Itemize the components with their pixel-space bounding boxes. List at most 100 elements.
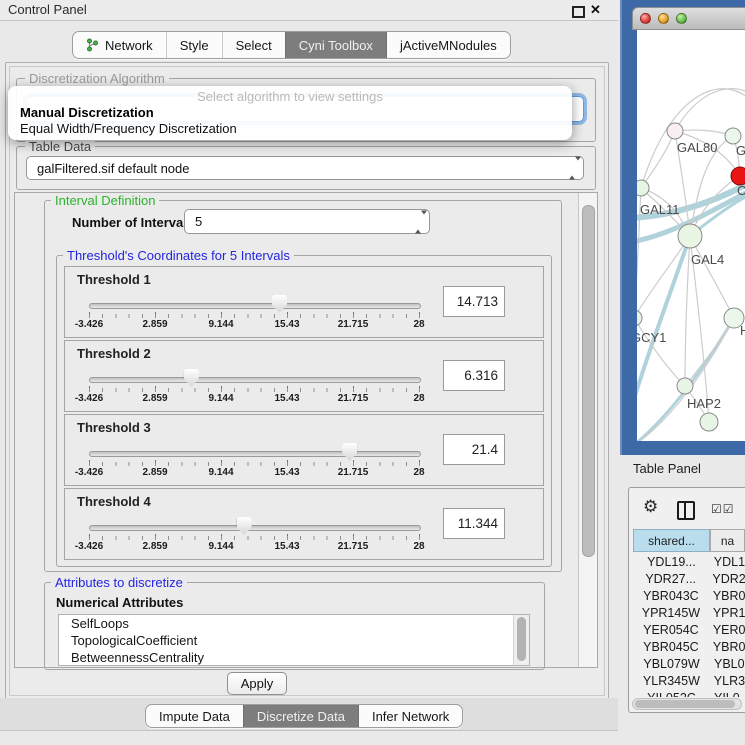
- num-intervals-combobox[interactable]: 5: [184, 209, 430, 234]
- popup-item-manual-discretization[interactable]: Manual Discretization: [20, 105, 154, 120]
- popup-item-equal-width-frequency[interactable]: Equal Width/Frequency Discretization: [20, 121, 237, 136]
- threshold-label: Threshold 4: [77, 494, 151, 509]
- close-traffic-light-icon[interactable]: [640, 13, 651, 24]
- table-row[interactable]: YBL079WYBL0: [633, 657, 745, 674]
- attribute-item[interactable]: TopologicalCoefficient: [59, 632, 529, 649]
- attribute-item[interactable]: BetweennessCentrality: [59, 649, 529, 666]
- table-row[interactable]: YER054CYER0: [633, 623, 745, 640]
- node-label: GAL80: [677, 140, 717, 155]
- cell-shared-name: YIL052C: [633, 691, 710, 697]
- scrollbar-thumb[interactable]: [582, 205, 595, 557]
- threshold-panel: Threshold 3 -3.4262.8599.14415.4321.7152…: [64, 414, 544, 486]
- network-node-gcy1[interactable]: [637, 310, 642, 326]
- scrollbar-thumb[interactable]: [635, 700, 735, 708]
- slider-thumb-icon[interactable]: [342, 443, 357, 461]
- tab-cyni-toolbox[interactable]: Cyni Toolbox: [285, 32, 386, 58]
- zoom-traffic-light-icon[interactable]: [676, 13, 687, 24]
- column-header[interactable]: shared...: [633, 529, 710, 552]
- table-data-value: galFiltered.sif default node: [37, 161, 189, 176]
- tick-label: 21.715: [338, 541, 369, 552]
- tab-select[interactable]: Select: [222, 32, 285, 58]
- threshold-value-field[interactable]: 11.344: [443, 508, 505, 539]
- minimize-traffic-light-icon[interactable]: [658, 13, 669, 24]
- tick-label: 9.144: [208, 393, 233, 404]
- tick-label: -3.426: [75, 393, 103, 404]
- group-title: Threshold's Coordinates for 5 Intervals: [63, 248, 294, 263]
- tick-label: 28: [413, 541, 424, 552]
- checkbox-icons[interactable]: ☑☑: [711, 502, 735, 516]
- column-header[interactable]: na: [710, 529, 745, 552]
- cell-name: YDL1: [710, 555, 745, 572]
- list-scrollbar[interactable]: [513, 615, 529, 665]
- cell-name: YBL0: [710, 657, 745, 674]
- network-view[interactable]: GAL80GACGAL11GAL4GCY1HHAP2: [637, 30, 745, 441]
- threshold-label: Threshold 3: [77, 420, 151, 435]
- tab-style[interactable]: Style: [166, 32, 222, 58]
- vertical-scrollbar[interactable]: [578, 193, 597, 667]
- numerical-attributes-list[interactable]: SelfLoopsTopologicalCoefficientBetweenne…: [58, 614, 530, 666]
- table-row[interactable]: YDR27...YDR2: [633, 572, 745, 589]
- network-node-gal11[interactable]: [637, 180, 649, 196]
- tab-impute-data[interactable]: Impute Data: [146, 705, 243, 727]
- node-label: HAP2: [687, 396, 721, 411]
- table-row[interactable]: YIL052CYIL0: [633, 691, 745, 697]
- apply-button[interactable]: Apply: [227, 672, 287, 695]
- tab-label: Discretize Data: [257, 709, 345, 724]
- slider-thumb-icon[interactable]: [237, 517, 252, 535]
- cell-name: YPR1: [709, 606, 745, 623]
- column-layout-icon[interactable]: [677, 501, 695, 520]
- table-header-row: shared...na: [633, 529, 745, 552]
- table-row[interactable]: YPR145WYPR1: [633, 606, 745, 623]
- cell-shared-name: YBR043C: [633, 589, 709, 606]
- close-icon[interactable]: ✕: [590, 2, 601, 18]
- tab-jactivemnodules[interactable]: jActiveMNodules: [386, 32, 510, 58]
- tab-discretize-data[interactable]: Discretize Data: [243, 705, 358, 727]
- threshold-value-field[interactable]: 21.4: [443, 434, 505, 465]
- tick-label: 21.715: [338, 319, 369, 330]
- threshold-value-field[interactable]: 6.316: [443, 360, 505, 391]
- threshold-slider-track[interactable]: [89, 303, 421, 309]
- threshold-value-field[interactable]: 14.713: [443, 286, 505, 317]
- attribute-item[interactable]: SelfLoops: [59, 615, 529, 632]
- table-row[interactable]: YBR043CYBR0: [633, 589, 745, 606]
- tab-network[interactable]: Network: [73, 32, 166, 58]
- tick-label: 21.715: [338, 393, 369, 404]
- table-data-combobox[interactable]: galFiltered.sif default node: [26, 156, 584, 180]
- cell-shared-name: YBR045C: [633, 640, 709, 657]
- scrollbar-thumb[interactable]: [517, 617, 526, 661]
- slider-tick-labels: -3.4262.8599.14415.4321.71528: [89, 393, 419, 405]
- threshold-slider-track[interactable]: [89, 451, 421, 457]
- table-row[interactable]: YDL19...YDL1: [633, 555, 745, 572]
- tick-label: 9.144: [208, 541, 233, 552]
- network-node-ga[interactable]: [725, 128, 741, 144]
- network-node[interactable]: [700, 413, 718, 431]
- tab-label: Style: [180, 38, 209, 53]
- cell-name: YER0: [709, 623, 745, 640]
- network-node-gal4[interactable]: [678, 224, 702, 248]
- float-window-icon[interactable]: [572, 6, 585, 18]
- slider-thumb-icon[interactable]: [184, 369, 199, 387]
- tab-label: Select: [236, 38, 272, 53]
- network-window-titlebar[interactable]: [632, 7, 745, 30]
- settings-gear-icon[interactable]: ⚙: [643, 497, 658, 517]
- network-icon: [86, 38, 99, 52]
- node-label: GCY1: [637, 330, 666, 345]
- network-node-gal80[interactable]: [667, 123, 683, 139]
- screenshot-root: Control Panel ✕ Network Style Select Cyni T…: [0, 0, 745, 745]
- threshold-slider-track[interactable]: [89, 525, 421, 531]
- cell-shared-name: YDR27...: [633, 572, 708, 589]
- slider-minor-ticks: [89, 536, 420, 540]
- network-node-hap2[interactable]: [677, 378, 693, 394]
- cell-name: YIL0: [710, 691, 740, 697]
- group-title: Table Data: [25, 139, 95, 154]
- table-row[interactable]: YLR345WYLR3: [633, 674, 745, 691]
- horizontal-scrollbar[interactable]: [632, 698, 742, 710]
- threshold-slider-track[interactable]: [89, 377, 421, 383]
- tick-label: 15.43: [274, 467, 299, 478]
- tick-label: 28: [413, 467, 424, 478]
- cell-name: YBR0: [709, 589, 745, 606]
- slider-thumb-icon[interactable]: [272, 295, 287, 313]
- control-panel-titlebar: Control Panel: [0, 0, 618, 21]
- table-row[interactable]: YBR045CYBR0: [633, 640, 745, 657]
- tab-infer-network[interactable]: Infer Network: [358, 705, 462, 727]
